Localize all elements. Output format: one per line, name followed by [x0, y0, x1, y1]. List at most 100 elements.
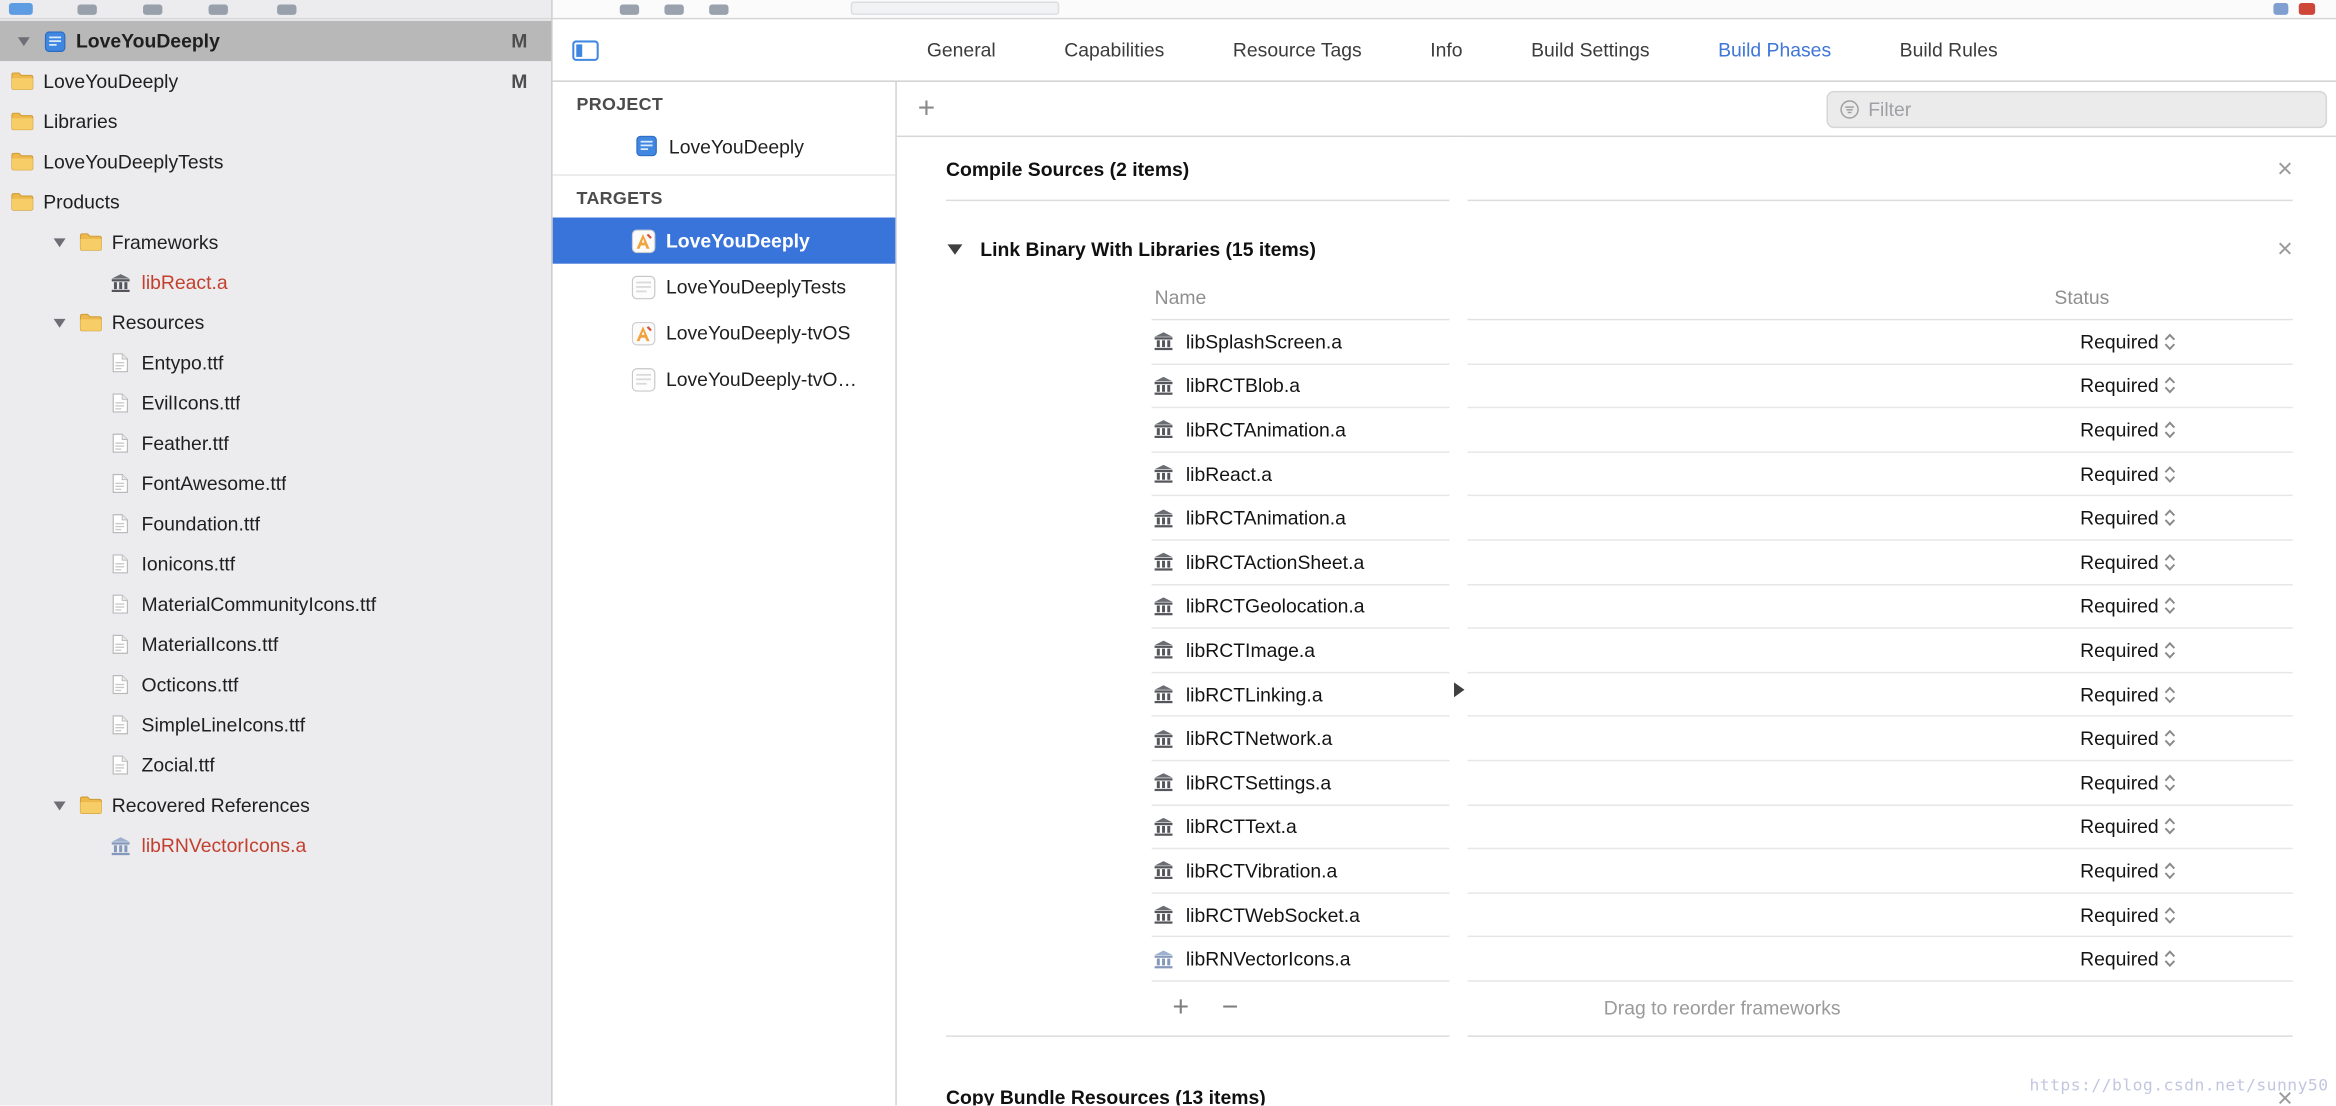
sidebar-item-libreact-a[interactable]: libReact.a	[0, 262, 551, 302]
target-row-loveyoudeeply-tvos[interactable]: LoveYouDeeply-tvOS	[553, 310, 896, 356]
link-binary-table-body: libSplashScreen.a Required libRCTBlob.a Req…	[1151, 320, 2293, 982]
doc-icon	[107, 675, 132, 695]
status-popup[interactable]: Required	[2043, 419, 2177, 441]
target-label: LoveYouDeeplyTests	[665, 275, 847, 298]
library-row[interactable]: libRCTWebSocket.a Required	[1151, 893, 2293, 938]
lib-icon	[107, 272, 132, 293]
tab-build-settings[interactable]: Build Settings	[1531, 39, 1649, 61]
tests-target-icon	[630, 275, 655, 299]
library-row[interactable]: libRCTSettings.a Required	[1151, 761, 2293, 806]
library-row[interactable]: libRCTAnimation.a Required	[1151, 408, 2293, 453]
disclosure-down-icon[interactable]	[51, 314, 69, 332]
sidebar-item-label: EvilIcons.ttf	[141, 391, 241, 415]
sidebar-item-ionicons-ttf[interactable]: Ionicons.ttf	[0, 544, 551, 584]
tab-info[interactable]: Info	[1430, 39, 1462, 61]
lib-icon	[1152, 816, 1176, 837]
library-row[interactable]: libRCTVibration.a Required	[1151, 849, 2293, 894]
status-popup[interactable]: Required	[2043, 507, 2177, 529]
tab-capabilities[interactable]: Capabilities	[1064, 39, 1164, 61]
disclosure-down-icon[interactable]	[15, 32, 33, 50]
library-row[interactable]: libRCTImage.a Required	[1151, 629, 2293, 674]
status-popup[interactable]: Required	[2043, 904, 2177, 926]
sidebar-item-materialicons-ttf[interactable]: MaterialIcons.ttf	[0, 624, 551, 664]
status-popup[interactable]: Required	[2043, 330, 2177, 353]
sidebar-item-materialcommunityicons-ttf[interactable]: MaterialCommunityIcons.ttf	[0, 584, 551, 624]
tab-resource-tags[interactable]: Resource Tags	[1233, 39, 1362, 61]
status-popup[interactable]: Required	[2043, 551, 2177, 573]
sidebar-item-resources[interactable]: Resources	[0, 302, 551, 342]
remove-phase-button[interactable]: ×	[2277, 155, 2293, 182]
library-row[interactable]: libRCTBlob.a Required	[1151, 364, 2293, 409]
status-popup[interactable]: Required	[2043, 727, 2177, 750]
build-phase-toolbar: +	[896, 82, 2336, 138]
library-row[interactable]: libSplashScreen.a Required	[1151, 320, 2293, 365]
lib-icon	[1152, 772, 1176, 793]
link-binary-section: Link Binary With Libraries (15 items) × …	[946, 201, 2293, 1037]
status-popup[interactable]: Required	[2043, 948, 2177, 970]
tab-build-rules[interactable]: Build Rules	[1900, 39, 1998, 61]
target-row-loveyoudeeplytests[interactable]: LoveYouDeeplyTests	[553, 264, 896, 310]
sidebar-item-libraries[interactable]: Libraries	[0, 101, 2336, 1106]
library-name: libRCTWebSocket.a	[1185, 903, 1360, 926]
target-row-loveyoudeeply[interactable]: LoveYouDeeply	[552, 217, 896, 264]
sidebar-item-products[interactable]: Products	[0, 181, 2336, 1106]
sidebar-item-octicons-ttf[interactable]: Octicons.ttf	[0, 664, 551, 704]
modified-badge: M	[511, 29, 528, 53]
disclosure-right-icon[interactable]	[1449, 137, 1468, 1106]
target-row-loveyoudeeply-tvo[interactable]: LoveYouDeeply-tvO…	[553, 356, 896, 402]
filter-input[interactable]	[1868, 98, 2314, 121]
remove-library-button[interactable]: −	[1222, 992, 1239, 1025]
disclosure-down-icon[interactable]	[51, 796, 69, 814]
add-library-button[interactable]: +	[1172, 992, 1189, 1025]
status-popup[interactable]: Required	[2043, 771, 2177, 794]
filter-field[interactable]	[1826, 90, 2328, 129]
sidebar-item-simplelineicons-ttf[interactable]: SimpleLineIcons.ttf	[0, 705, 551, 745]
sidebar-item-evilicons-ttf[interactable]: EvilIcons.ttf	[0, 383, 551, 423]
remove-phase-button[interactable]: ×	[2277, 235, 2293, 262]
library-row[interactable]: libRCTLinking.a Required	[1151, 673, 2293, 718]
sidebar-item-recovered-references[interactable]: Recovered References	[0, 785, 551, 825]
library-row[interactable]: libRCTGeolocation.a Required	[1151, 585, 2293, 629]
library-row[interactable]: libReact.a Required	[1151, 453, 2293, 497]
library-row[interactable]: libRCTActionSheet.a Required	[1151, 541, 2293, 585]
library-name: libRCTImage.a	[1185, 639, 1316, 662]
compile-sources-header[interactable]: Compile Sources (2 items) ×	[946, 137, 2293, 1106]
disclosure-down-icon[interactable]	[946, 244, 964, 254]
standard-editor-icon[interactable]	[572, 40, 599, 61]
sidebar-item-fontawesome-ttf[interactable]: FontAwesome.ttf	[0, 463, 551, 503]
sidebar-item-feather-ttf[interactable]: Feather.ttf	[0, 423, 551, 463]
status-popup[interactable]: Required	[2043, 595, 2177, 617]
status-popup[interactable]: Required	[2043, 463, 2177, 485]
sidebar-item-entypo-ttf[interactable]: Entypo.ttf	[0, 343, 551, 383]
stepper-icon	[2163, 464, 2176, 483]
lib-icon	[1152, 596, 1176, 617]
library-row[interactable]: libRCTText.a Required	[1151, 805, 2293, 850]
status-popup[interactable]: Required	[2043, 683, 2177, 705]
sidebar-item-frameworks[interactable]: Frameworks	[0, 222, 551, 262]
link-binary-header[interactable]: Link Binary With Libraries (15 items) ×	[946, 222, 2293, 276]
tab-build-phases[interactable]: Build Phases	[1718, 39, 1831, 61]
sidebar-item-label: FontAwesome.ttf	[141, 472, 287, 495]
sidebar-item-foundation-ttf[interactable]: Foundation.ttf	[0, 504, 551, 544]
sidebar-item-zocial-ttf[interactable]: Zocial.ttf	[0, 745, 551, 785]
sidebar-item-loveyoudeeplytests[interactable]: LoveYouDeeplyTests	[0, 141, 2336, 1106]
sidebar-item-librnvectoricons-a[interactable]: libRNVectorIcons.a	[0, 825, 551, 865]
sidebar-item-loveyoudeeply[interactable]: LoveYouDeeply M	[0, 61, 2336, 1106]
disclosure-down-icon[interactable]	[51, 233, 69, 251]
add-build-phase-button[interactable]: +	[918, 89, 935, 128]
tab-general[interactable]: General	[927, 39, 996, 61]
lib-icon	[1152, 463, 1176, 484]
status-popup[interactable]: Required	[2043, 375, 2177, 397]
status-popup[interactable]: Required	[2043, 815, 2177, 838]
library-row[interactable]: libRCTAnimation.a Required	[1151, 497, 2293, 541]
doc-icon	[107, 715, 132, 735]
status-popup[interactable]: Required	[2043, 639, 2177, 661]
library-row[interactable]: libRCTNetwork.a Required	[1151, 717, 2293, 762]
project-item[interactable]: LoveYouDeeply	[553, 124, 896, 169]
status-popup[interactable]: Required	[2043, 859, 2177, 882]
stepper-icon	[2163, 729, 2176, 748]
library-name: libRCTGeolocation.a	[1185, 594, 1365, 618]
library-row[interactable]: libRNVectorIcons.a Required	[1151, 938, 2293, 982]
sidebar-item-loveyoudeeply[interactable]: LoveYouDeeply M	[0, 20, 552, 62]
editor-tabbar-tabs: General Capabilities Resource Tags Info Buil…	[891, 39, 1998, 61]
